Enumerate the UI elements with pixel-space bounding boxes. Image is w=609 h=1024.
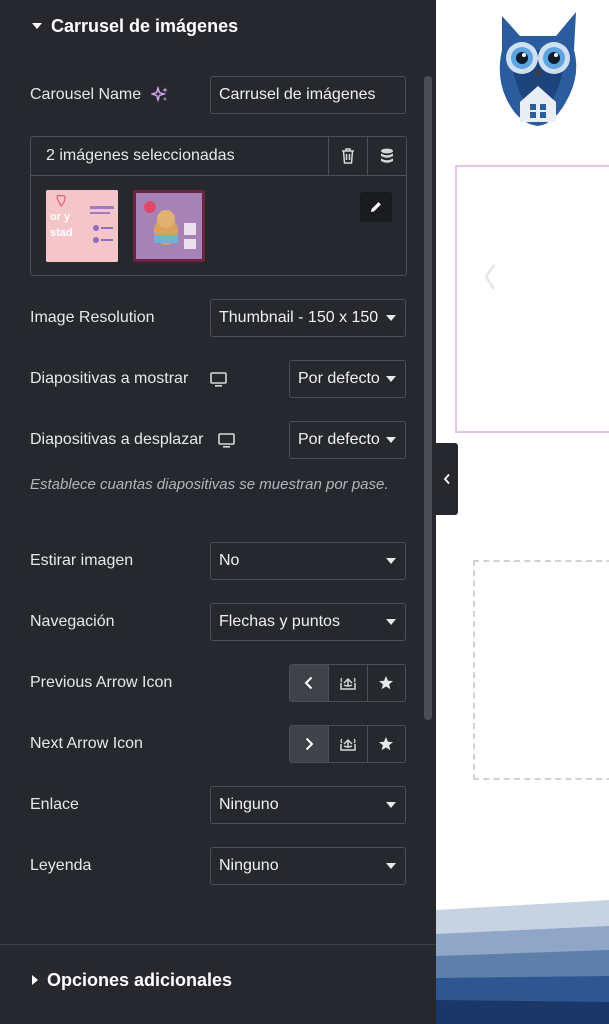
owl-logo: [490, 10, 586, 128]
image-resolution-label: Image Resolution: [30, 309, 155, 326]
carousel-preview-frame[interactable]: [455, 165, 609, 433]
image-resolution-value: Thumbnail - 150 x 150: [219, 309, 379, 326]
star-icon[interactable]: [366, 726, 405, 762]
chevron-left-icon[interactable]: [483, 263, 497, 291]
link-row: Enlace Ninguno: [30, 786, 406, 824]
chevron-down-icon: [386, 802, 396, 808]
svg-text:or y: or y: [50, 211, 71, 223]
carousel-name-input[interactable]: Carrusel de imágenes: [210, 76, 406, 114]
upload-icon[interactable]: [328, 665, 366, 701]
pencil-icon[interactable]: [360, 192, 392, 222]
database-icon[interactable]: [367, 137, 406, 175]
ai-sparkle-icon[interactable]: [151, 86, 169, 104]
chevron-down-icon: [386, 376, 396, 382]
panel-scrollbar[interactable]: [424, 76, 432, 720]
star-icon[interactable]: [366, 665, 405, 701]
navigation-value: Flechas y puntos: [219, 613, 340, 630]
gallery-thumbnail-1[interactable]: or y stad: [46, 190, 118, 262]
image-gallery-control: 2 imágenes seleccionadas or y stad: [30, 136, 407, 276]
chevron-down-icon: [386, 619, 396, 625]
slides-to-scroll-select[interactable]: Por defecto: [289, 421, 406, 459]
image-resolution-select[interactable]: Thumbnail - 150 x 150: [210, 299, 406, 337]
slides-to-scroll-value: Por defecto: [298, 431, 380, 448]
caret-right-icon: [32, 975, 38, 985]
preview-canvas: [436, 0, 609, 1024]
next-arrow-icon-picker: [289, 725, 406, 763]
chevron-down-icon: [386, 863, 396, 869]
slides-help-text: Establece cuantas diapositivas se muestr…: [30, 476, 389, 493]
collapse-panel-button[interactable]: [436, 443, 458, 515]
footer-wave-graphic: [436, 900, 609, 1024]
next-arrow-row: Next Arrow Icon: [30, 725, 406, 763]
slides-to-show-row: Diapositivas a mostrar Por defecto: [30, 360, 406, 398]
previous-arrow-label: Previous Arrow Icon: [30, 674, 173, 691]
previous-arrow-icon-picker: [289, 664, 406, 702]
image-resolution-row: Image Resolution Thumbnail - 150 x 150: [30, 299, 406, 337]
chevron-down-icon: [386, 437, 396, 443]
chevron-down-icon: [386, 558, 396, 564]
slides-to-scroll-row: Diapositivas a desplazar Por defecto: [30, 421, 406, 459]
caption-row: Leyenda Ninguno: [30, 847, 406, 885]
chevron-right-icon[interactable]: [290, 726, 329, 762]
slides-to-show-select[interactable]: Por defecto: [289, 360, 406, 398]
carousel-name-value: Carrusel de imágenes: [219, 86, 376, 103]
next-arrow-label: Next Arrow Icon: [30, 735, 143, 752]
link-label: Enlace: [30, 796, 79, 813]
stretch-image-select[interactable]: No: [210, 542, 406, 580]
link-select[interactable]: Ninguno: [210, 786, 406, 824]
desktop-icon[interactable]: [218, 432, 236, 448]
navigation-select[interactable]: Flechas y puntos: [210, 603, 406, 641]
carousel-name-label: Carousel Name: [30, 86, 142, 103]
slides-to-scroll-label: Diapositivas a desplazar: [30, 431, 204, 448]
caption-value: Ninguno: [219, 857, 279, 874]
slides-to-show-value: Por defecto: [298, 370, 380, 387]
drop-zone-frame[interactable]: [473, 560, 609, 780]
section-divider: [0, 944, 436, 945]
chevron-down-icon: [386, 315, 396, 321]
editor-panel: Carrusel de imágenes Carousel Name Carru…: [0, 0, 436, 1024]
section-header-additional-options[interactable]: Opciones adicionales: [0, 954, 436, 1006]
previous-arrow-row: Previous Arrow Icon: [30, 664, 406, 702]
carousel-name-row: Carousel Name Carrusel de imágenes: [30, 76, 406, 114]
gallery-count: 2 imágenes seleccionadas: [46, 147, 235, 164]
trash-icon[interactable]: [328, 137, 367, 175]
caret-down-icon: [32, 23, 42, 29]
navigation-row: Navegación Flechas y puntos: [30, 603, 406, 641]
slides-to-show-label: Diapositivas a mostrar: [30, 370, 189, 387]
caption-select[interactable]: Ninguno: [210, 847, 406, 885]
caption-label: Leyenda: [30, 857, 92, 874]
section-header-carousel[interactable]: Carrusel de imágenes: [0, 0, 436, 52]
stretch-image-row: Estirar imagen No: [30, 542, 406, 580]
navigation-label: Navegación: [30, 613, 115, 630]
desktop-icon[interactable]: [210, 371, 228, 387]
gallery-thumbnail-2[interactable]: [133, 190, 205, 262]
upload-icon[interactable]: [328, 726, 366, 762]
stretch-image-label: Estirar imagen: [30, 552, 134, 569]
stretch-image-value: No: [219, 552, 240, 569]
link-value: Ninguno: [219, 796, 279, 813]
additional-options-title: Opciones adicionales: [47, 969, 233, 990]
svg-text:stad: stad: [50, 227, 73, 239]
chevron-left-icon[interactable]: [290, 665, 329, 701]
collapse-chevron-icon: [443, 473, 450, 485]
section-title: Carrusel de imágenes: [51, 15, 239, 36]
